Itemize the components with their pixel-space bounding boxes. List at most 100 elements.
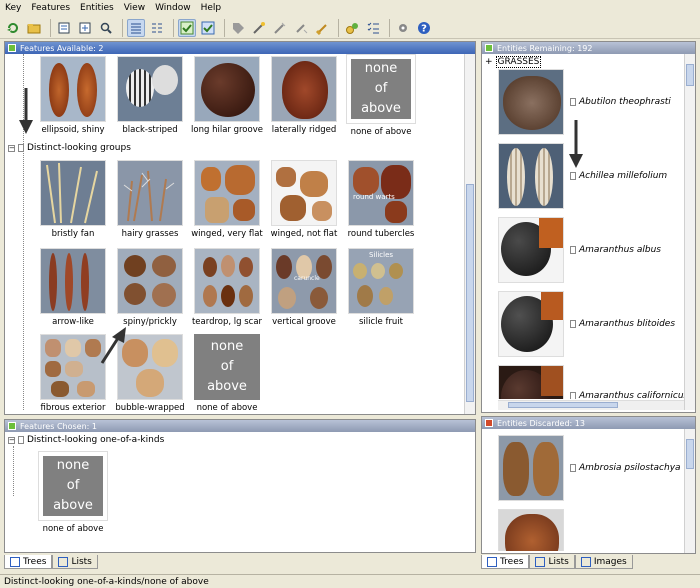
open-folder-icon[interactable]: [25, 19, 43, 37]
feature-tile-bristly-fan[interactable]: bristly fan: [35, 160, 111, 239]
features-available-scrollbar[interactable]: [464, 54, 475, 414]
feature-label: silicle fruit: [358, 317, 404, 327]
tab-label: Lists: [548, 556, 569, 567]
entities-discarded-scrollbar[interactable]: [684, 429, 695, 553]
feature-tile-silicle-fruit[interactable]: Silicles silicle fruit: [343, 248, 419, 327]
document-icon: [570, 172, 576, 180]
document-icon: [570, 320, 576, 328]
none-text-line: none: [364, 61, 398, 76]
entity-row[interactable]: Ambrosia psilostachya: [498, 435, 681, 501]
check-icon: [8, 44, 16, 52]
checklist-icon[interactable]: [364, 19, 382, 37]
feature-label: bristly fan: [51, 229, 95, 239]
entity-row[interactable]: [498, 509, 570, 551]
feature-tile-vertical-groove[interactable]: caruncle vertical groove: [266, 248, 342, 327]
feature-label: teardrop, lg scar: [191, 317, 263, 327]
list-detail-icon[interactable]: [148, 19, 166, 37]
feature-tile-black-striped[interactable]: black-striped: [112, 56, 188, 135]
settings-icon[interactable]: [394, 19, 412, 37]
entity-row[interactable]: Amaranthus blitoides: [498, 291, 675, 357]
feature-tile-none-of-above-top[interactable]: none of above none of above: [343, 54, 419, 137]
features-available-title: Features Available: 2: [20, 43, 104, 53]
tab-images[interactable]: Images: [574, 555, 633, 569]
feature-tile-none-of-above-groups[interactable]: none of above none of above: [189, 334, 265, 413]
feature-tile-long-hilar-groove[interactable]: long hilar groove: [189, 56, 265, 135]
check-blue-icon[interactable]: [199, 19, 217, 37]
tab-lists[interactable]: Lists: [529, 555, 575, 569]
help-icon[interactable]: ?: [415, 19, 433, 37]
entities-remaining-header: Entities Remaining: 192: [482, 42, 695, 54]
group-label: Distinct-looking one-of-a-kinds: [27, 435, 165, 445]
feature-tile-round-tubercles[interactable]: round warts round tubercles: [343, 160, 419, 239]
status-text: Distinct-looking one-of-a-kinds/none of …: [4, 576, 209, 587]
chosen-tile-none-of-above[interactable]: none of above none of above: [35, 451, 111, 534]
expand-icon[interactable]: +: [485, 57, 493, 67]
tab-trees[interactable]: Trees: [4, 555, 53, 569]
tab-trees[interactable]: Trees: [481, 555, 530, 569]
coins-icon[interactable]: [343, 19, 361, 37]
features-available-header: Features Available: 2: [5, 42, 475, 54]
check-green-icon[interactable]: [178, 18, 196, 37]
status-bar: Distinct-looking one-of-a-kinds/none of …: [0, 574, 700, 588]
feature-tile-winged-very-flat[interactable]: winged, very flat: [189, 160, 265, 239]
scroll-thumb[interactable]: [686, 64, 694, 86]
tree-node-distinct-groups[interactable]: − Distinct-looking groups: [8, 143, 131, 153]
menu-entities[interactable]: Entities: [75, 3, 119, 13]
feature-tile-teardrop[interactable]: teardrop, lg scar: [189, 248, 265, 327]
scroll-thumb[interactable]: [686, 439, 694, 469]
collapse-icon[interactable]: −: [8, 436, 15, 444]
feature-tile-winged-not-flat[interactable]: winged, not flat: [266, 160, 342, 239]
entity-name: Abutilon theophrasti: [579, 97, 671, 107]
feature-tile-laterally-ridged[interactable]: laterally ridged: [266, 56, 342, 135]
tree-import-icon[interactable]: [55, 19, 73, 37]
broom-icon[interactable]: [313, 19, 331, 37]
entities-remaining-hscrollbar[interactable]: [498, 400, 684, 410]
feature-tile-spiny-prickly[interactable]: spiny/prickly: [112, 248, 188, 327]
entity-row[interactable]: Amaranthus californicus: [498, 365, 688, 399]
tree-export-icon[interactable]: [76, 19, 94, 37]
check-icon: [8, 422, 16, 430]
wand-alt2-icon[interactable]: [292, 19, 310, 37]
entity-name: Achillea millefolium: [579, 171, 668, 181]
scroll-thumb[interactable]: [508, 402, 618, 408]
tree-node-one-of-a-kinds[interactable]: − Distinct-looking one-of-a-kinds: [8, 435, 164, 445]
images-icon: [580, 556, 591, 567]
wand-icon[interactable]: [250, 19, 268, 37]
feature-label: round tubercles: [347, 229, 415, 239]
group-label: GRASSES: [495, 56, 542, 68]
none-of-above-image: none of above: [194, 334, 260, 400]
wand-alt-icon[interactable]: [271, 19, 289, 37]
tab-label: Images: [593, 556, 627, 567]
find-icon[interactable]: [97, 19, 115, 37]
check-icon: [485, 44, 493, 52]
menu-key[interactable]: Key: [0, 3, 26, 13]
tag-icon[interactable]: [229, 19, 247, 37]
left-tabs: Trees Lists: [4, 555, 98, 569]
entity-name: Ambrosia psilostachya: [579, 463, 681, 473]
entity-name: Amaranthus albus: [579, 245, 661, 255]
entities-discarded-header: Entities Discarded: 13: [482, 417, 695, 429]
entities-remaining-scrollbar[interactable]: [684, 54, 695, 410]
menu-help[interactable]: Help: [196, 3, 227, 13]
feature-tile-arrow-like[interactable]: arrow-like: [35, 248, 111, 327]
entity-row[interactable]: Amaranthus albus: [498, 217, 661, 283]
refresh-icon[interactable]: [4, 19, 22, 37]
features-available-panel: Features Available: 2 ellipsoid, shiny b…: [4, 41, 476, 415]
list-view-icon[interactable]: [127, 18, 145, 37]
menu-window[interactable]: Window: [150, 3, 196, 13]
tab-lists[interactable]: Lists: [52, 555, 98, 569]
menu-features[interactable]: Features: [26, 3, 75, 13]
none-text-line: none: [210, 339, 244, 354]
none-text-line: of: [374, 81, 388, 96]
tree-node-grasses[interactable]: + GRASSES: [485, 56, 542, 68]
scroll-thumb[interactable]: [466, 184, 474, 402]
entity-row[interactable]: Abutilon theophrasti: [498, 69, 671, 135]
collapse-icon[interactable]: −: [8, 144, 15, 152]
feature-tile-ellipsoid[interactable]: ellipsoid, shiny: [35, 56, 111, 135]
feature-label: none of above: [196, 403, 258, 413]
menu-view[interactable]: View: [119, 3, 150, 13]
right-tabs: Trees Lists Images: [481, 555, 633, 569]
features-chosen-title: Features Chosen: 1: [20, 421, 97, 431]
feature-tile-hairy-grasses[interactable]: hairy grasses: [112, 160, 188, 239]
overlay-label: Silicles: [369, 251, 394, 259]
